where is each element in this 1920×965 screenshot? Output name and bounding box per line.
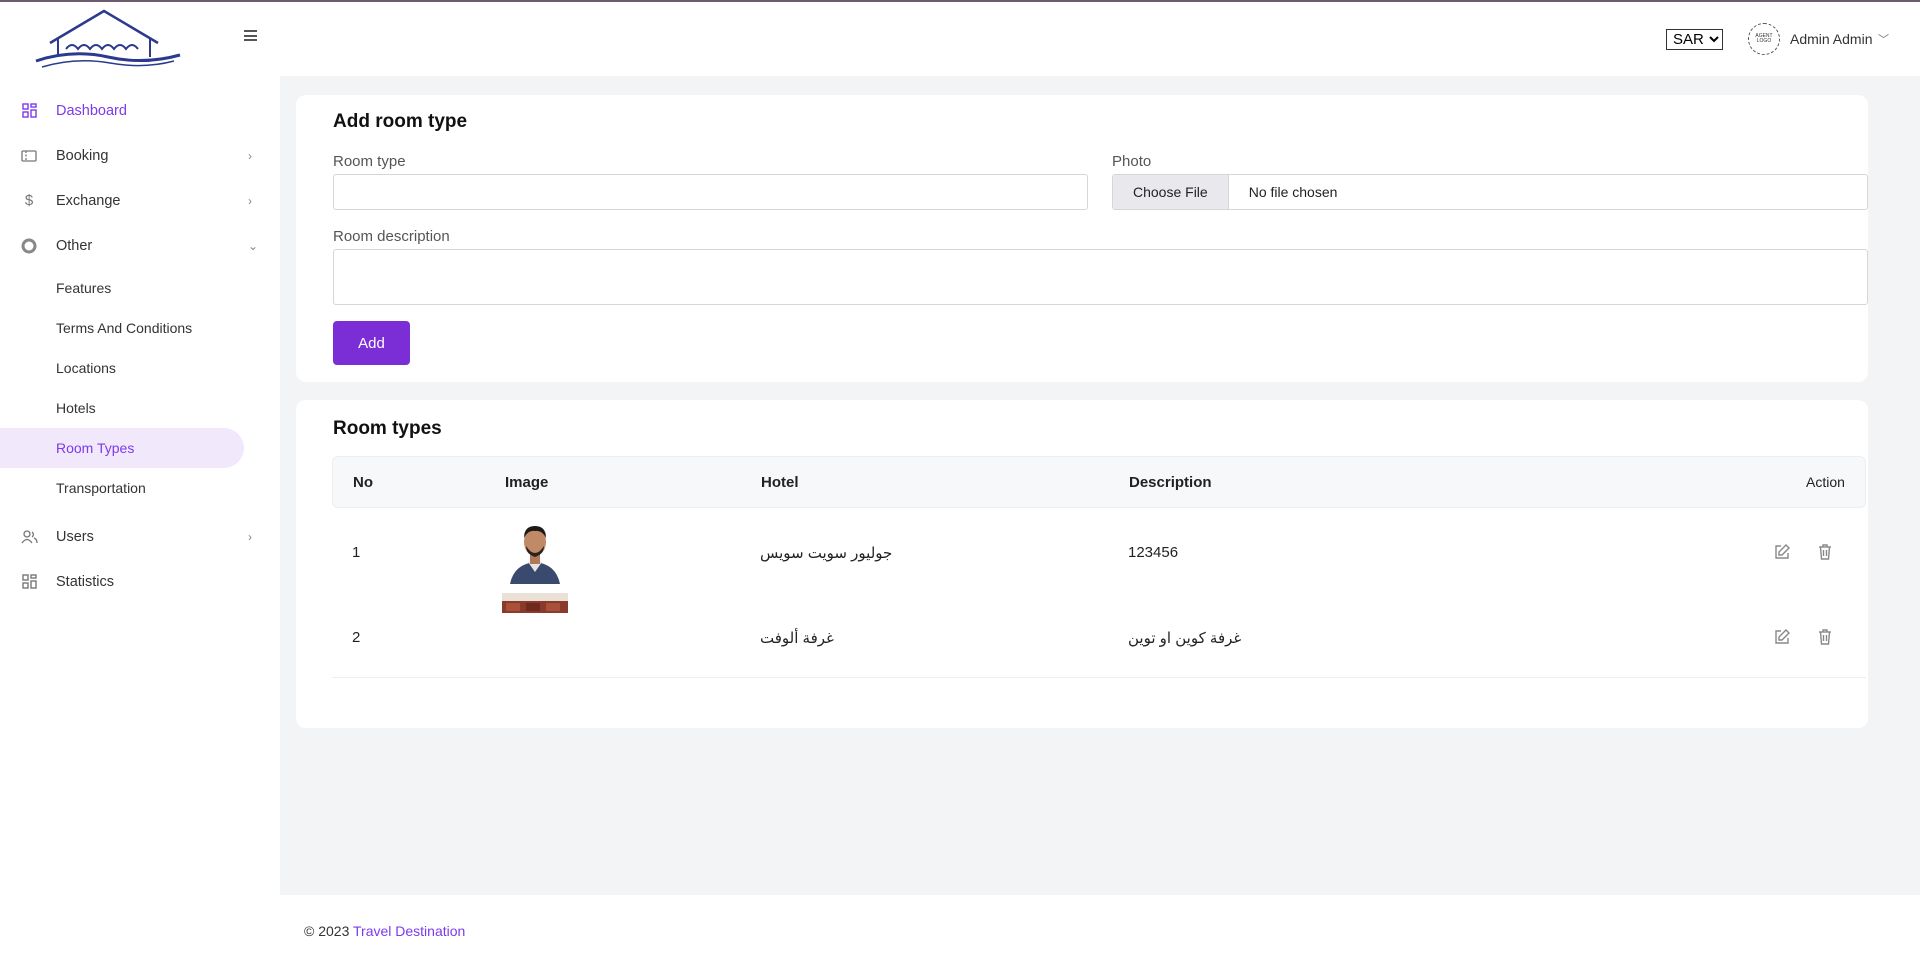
file-status: No file chosen [1248,184,1338,200]
chevron-right-icon: › [248,148,252,163]
photo-label: Photo [1112,153,1152,170]
room-type-label: Room type [333,153,406,170]
row-no: 1 [352,544,361,561]
room-photo [502,593,568,613]
table-row: 2 غرفة ألوفت غرفة كوين او توين [332,593,1866,678]
room-type-input[interactable] [333,174,1088,210]
delete-icon[interactable] [1816,543,1834,561]
sidebar-item-label: Dashboard [56,102,127,119]
sidebar: Dashboard Booking › $ Exchange › Other ⌄… [0,2,280,965]
users-icon [20,528,38,546]
column-header-hotel: Hotel [761,474,799,491]
column-header-image: Image [505,474,549,491]
footer-link[interactable]: Travel Destination [353,923,465,939]
user-name[interactable]: Admin Admin [1790,31,1872,47]
chevron-down-icon[interactable]: ﹀ [1878,31,1889,47]
menu-toggle-icon[interactable] [244,30,260,44]
sidebar-item-label: Statistics [56,573,115,590]
sidebar-subitem-features[interactable]: Features [0,268,280,308]
dollar-icon: $ [24,192,34,209]
delete-icon[interactable] [1816,628,1834,646]
company-logo[interactable] [32,5,184,73]
edit-icon[interactable] [1773,628,1791,646]
copyright-text: © 2023 [304,923,350,939]
room-description-label: Room description [333,228,450,245]
sidebar-subitem-transportation[interactable]: Transportation [0,468,280,508]
sidebar-item-other[interactable]: Other ⌄ [0,223,280,268]
chevron-right-icon: › [248,529,252,544]
edit-icon[interactable] [1773,543,1791,561]
choose-file-button[interactable]: Choose File [1113,175,1229,209]
footer: © 2023 Travel Destination [280,895,1920,965]
sidebar-item-users[interactable]: Users › [0,514,280,559]
row-description: غرفة كوين او توين [1128,630,1242,647]
sidebar-subitem-room-types[interactable]: Room Types [0,428,244,468]
sidebar-nav: Dashboard Booking › $ Exchange › Other ⌄… [0,88,280,604]
chevron-right-icon: › [248,193,252,208]
column-header-no: No [353,474,373,491]
row-no: 2 [352,629,361,646]
table-header: No Image Hotel Description Action [332,456,1866,508]
sidebar-subitem-hotels[interactable]: Hotels [0,388,280,428]
add-room-type-card: Add room type Room type Photo Choose Fil… [296,95,1868,382]
table-row: 1 جوليور سويت سويس 123456 [332,508,1866,593]
card-title: Add room type [333,111,468,132]
logo-area [0,2,280,76]
row-hotel: غرفة ألوفت [760,630,834,647]
column-header-description: Description [1129,474,1212,491]
avatar[interactable]: AGENT LOGO [1748,23,1780,55]
currency-select[interactable]: SAR [1666,29,1723,50]
sidebar-item-booking[interactable]: Booking › [0,133,280,178]
room-description-textarea[interactable] [333,249,1868,305]
chevron-down-icon: ⌄ [248,238,259,253]
sidebar-item-label: Other [56,237,93,254]
sidebar-item-label: Users [56,528,94,545]
sidebar-subitem-terms[interactable]: Terms And Conditions [0,308,280,348]
dashboard-icon [20,102,38,120]
sidebar-item-label: Exchange [56,192,121,209]
room-types-card: Room types No Image Hotel Description Ac… [296,400,1868,728]
add-button[interactable]: Add [333,321,410,365]
dashboard-icon [20,573,38,591]
sidebar-item-label: Booking [56,147,109,164]
footer-copyright: © 2023 Travel Destination [304,923,465,939]
sidebar-item-dashboard[interactable]: Dashboard [0,88,280,133]
sidebar-item-statistics[interactable]: Statistics [0,559,280,604]
row-hotel: جوليور سويت سويس [760,545,893,562]
card-title: Room types [333,418,442,439]
sidebar-subitem-locations[interactable]: Locations [0,348,280,388]
circle-icon [20,237,38,255]
sidebar-item-exchange[interactable]: $ Exchange › [0,178,280,223]
row-description: 123456 [1128,544,1179,561]
ticket-icon [20,147,38,165]
column-header-action: Action [1806,474,1845,490]
room-photo [502,520,568,584]
photo-file-input[interactable]: Choose File No file chosen [1112,174,1868,210]
